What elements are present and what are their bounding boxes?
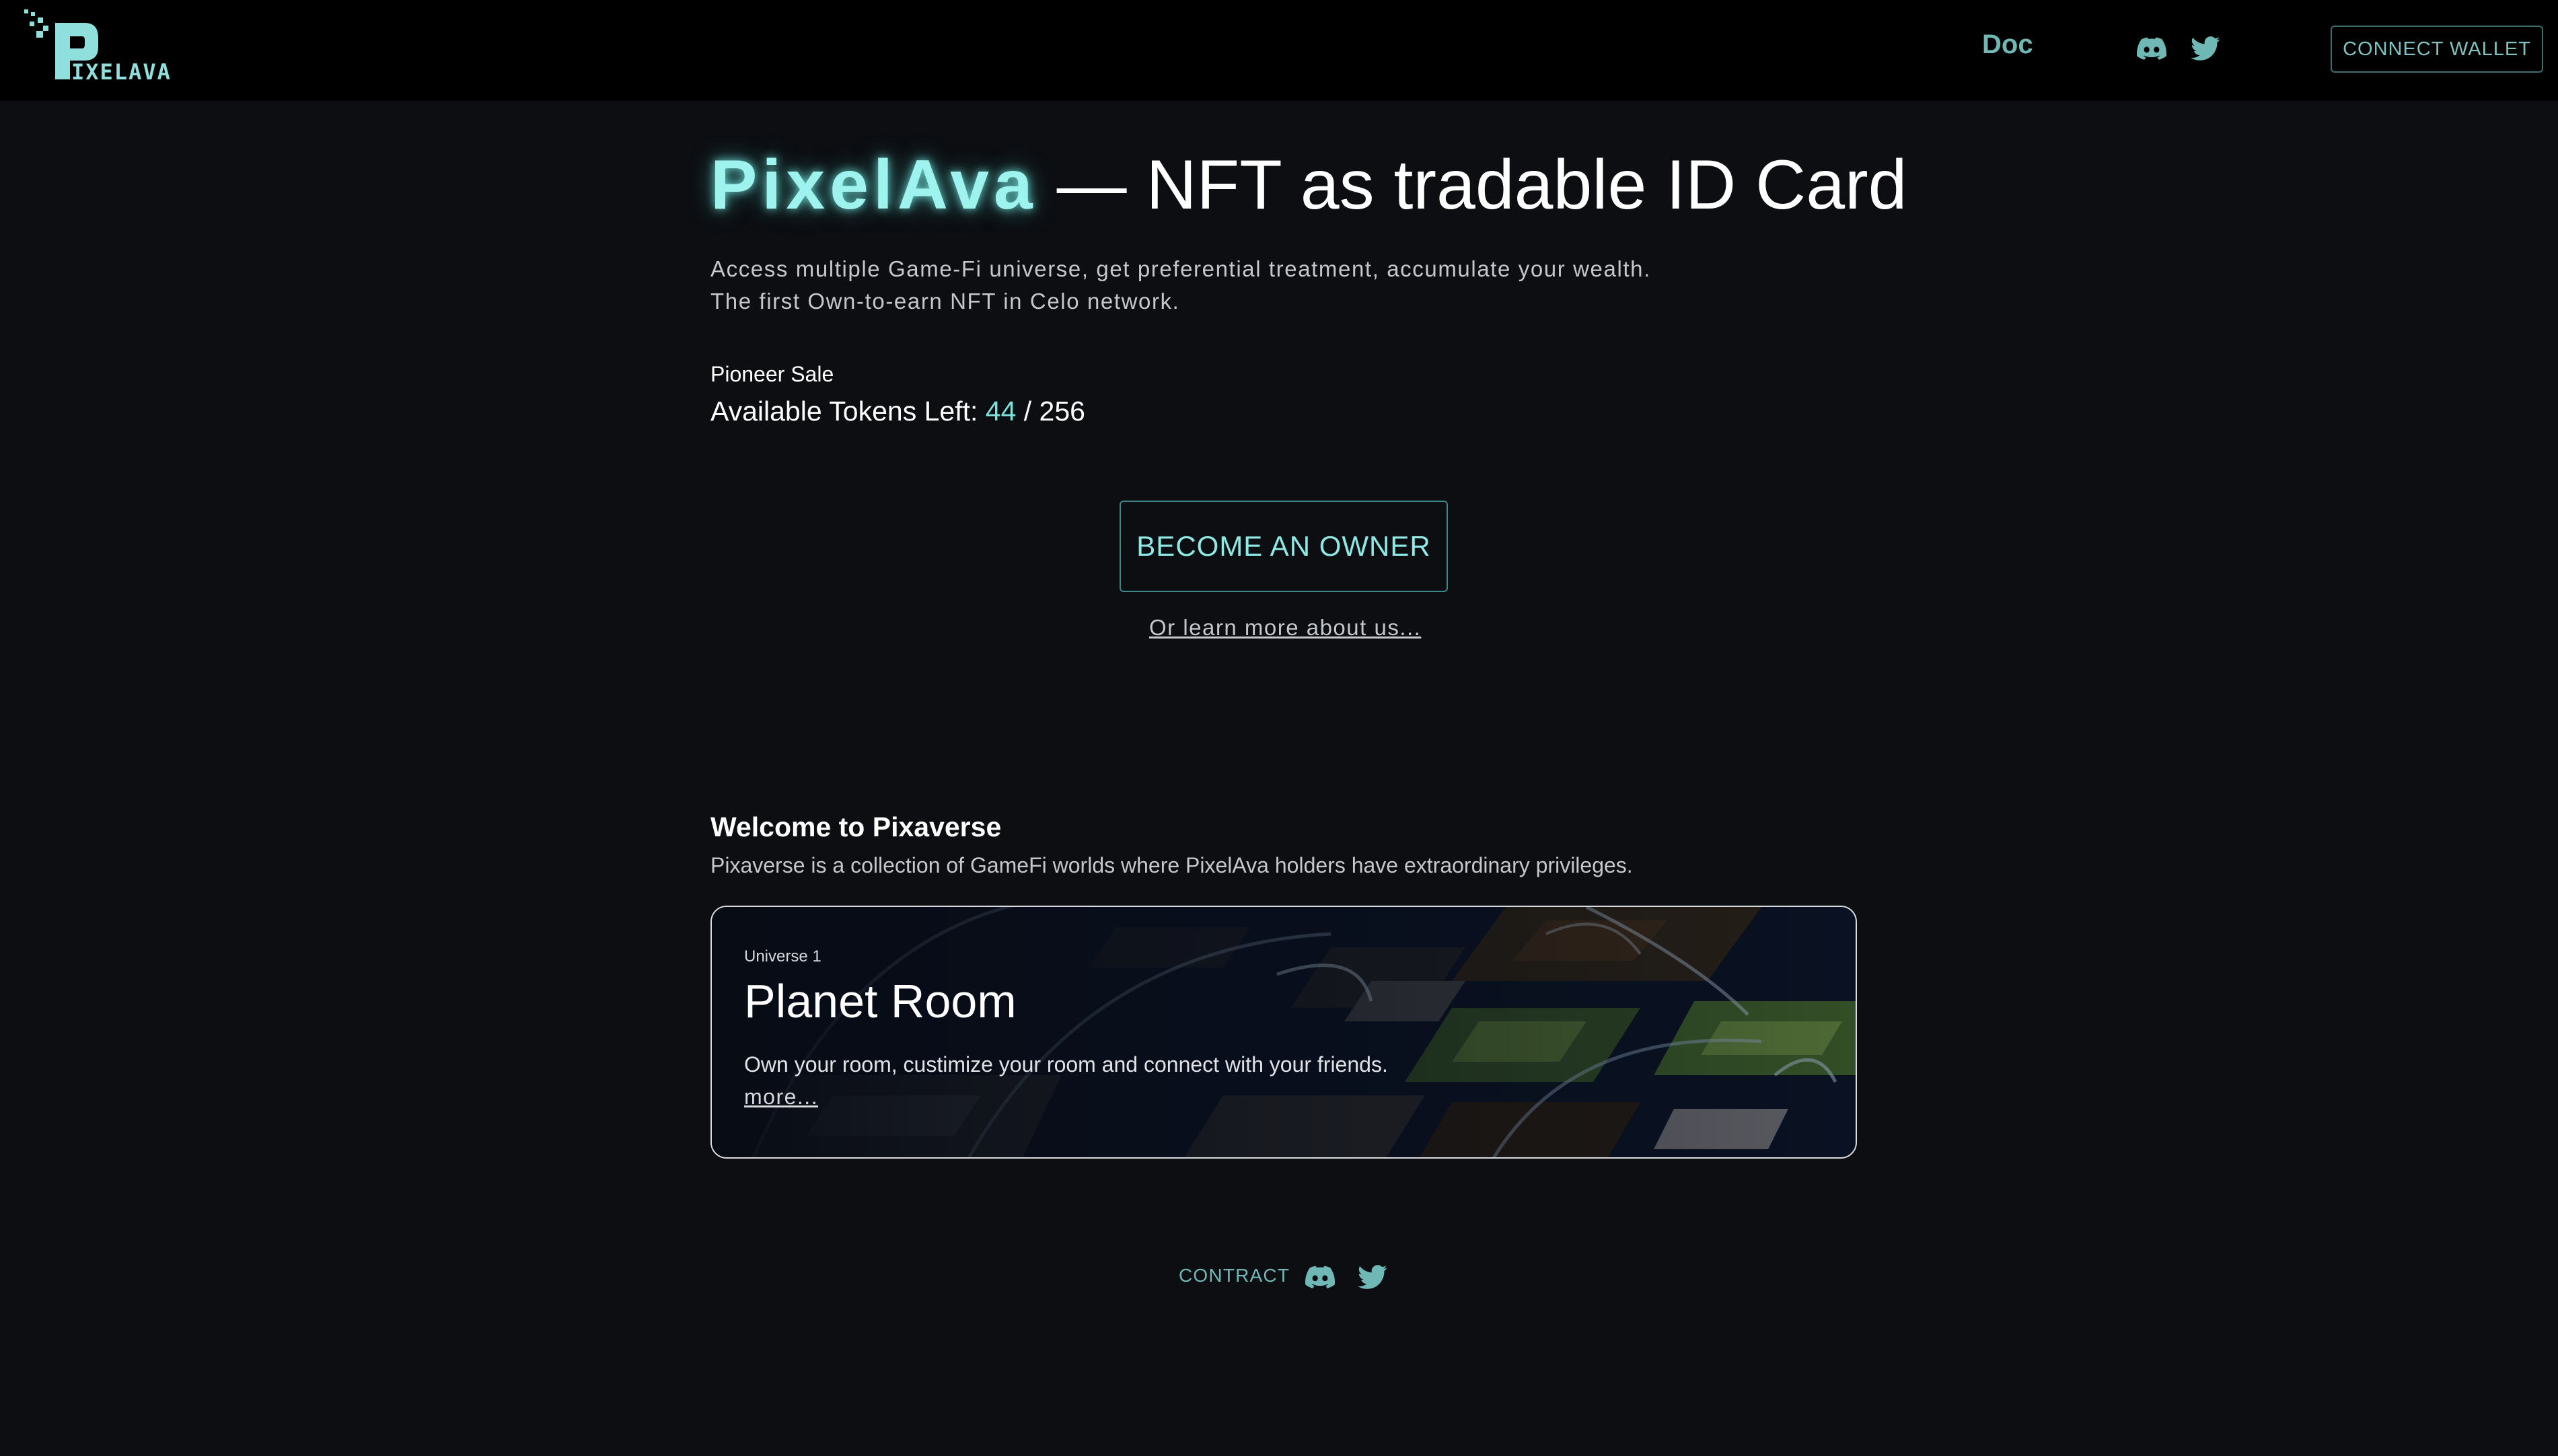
twitter-icon[interactable] [1358, 1262, 1387, 1292]
tokens-label: Available Tokens Left: [710, 396, 986, 427]
become-owner-button[interactable]: BECOME AN OWNER [1120, 501, 1448, 592]
pixelava-logo[interactable]: IXELAVA [23, 8, 198, 86]
pixaverse-description: Pixaverse is a collection of GameFi worl… [710, 853, 1633, 877]
twitter-icon[interactable] [2191, 34, 2220, 63]
learn-more-link[interactable]: Or learn more about us... [1149, 615, 1421, 641]
universe-card-planet-room[interactable]: Universe 1 Planet Room Own your room, cu… [710, 906, 1857, 1159]
footer-contract-link[interactable]: CONTRACT [1179, 1265, 1290, 1286]
hero-brand: PixelAva [710, 146, 1037, 224]
hero-tagline: — NFT as tradable ID Card [1037, 146, 1907, 224]
nav-doc-link[interactable]: Doc [1982, 30, 2033, 60]
universe-title: Planet Room [744, 975, 1017, 1027]
planet-room-artwork [712, 907, 1856, 1157]
hero-subtitle: Access multiple Game-Fi universe, get pr… [710, 253, 1651, 318]
tokens-total: / 256 [1016, 396, 1085, 427]
hero-subtitle-line2: The first Own-to-earn NFT in Celo networ… [710, 289, 1180, 314]
hero-subtitle-line1: Access multiple Game-Fi universe, get pr… [710, 256, 1651, 281]
sale-label: Pioneer Sale [710, 362, 834, 386]
universe-description: Own your room, custimize your room and c… [744, 1052, 1388, 1077]
tokens-left-count: 44 [985, 396, 1017, 427]
svg-text:IXELAVA: IXELAVA [71, 59, 172, 85]
top-navbar: IXELAVA Doc CONNECT WALLET [0, 0, 2558, 101]
tokens-available: Available Tokens Left: 44 / 256 [710, 396, 1085, 427]
hero-title: PixelAva — NFT as tradable ID Card [710, 141, 1907, 229]
pixaverse-title: Welcome to Pixaverse [710, 811, 1002, 842]
discord-icon[interactable] [1305, 1262, 1335, 1292]
universe-more-link[interactable]: more... [744, 1085, 818, 1109]
connect-wallet-button[interactable]: CONNECT WALLET [2331, 26, 2543, 73]
discord-icon[interactable] [2137, 34, 2166, 63]
universe-label: Universe 1 [744, 947, 821, 966]
